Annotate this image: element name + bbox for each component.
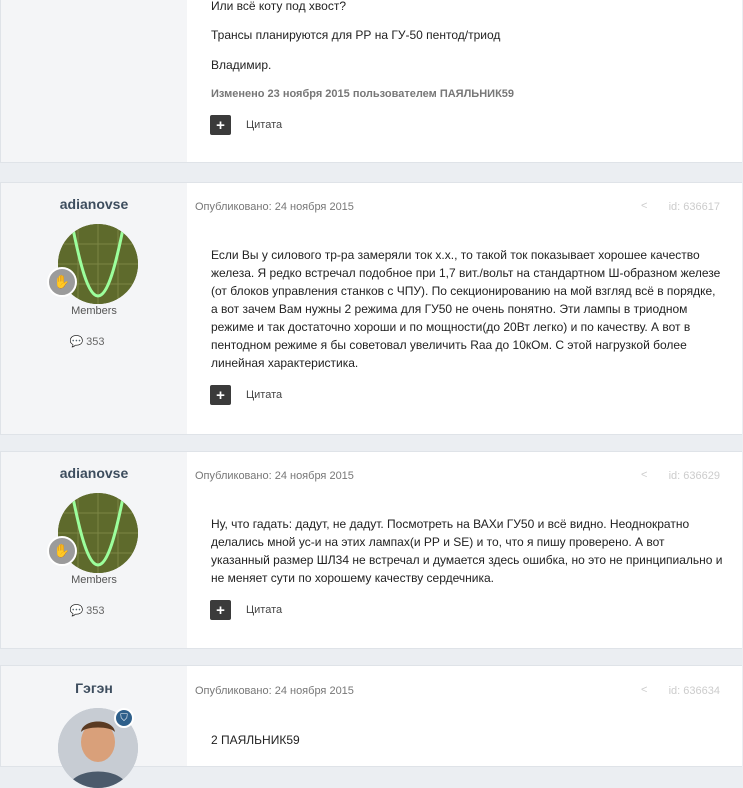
- author-panel: adianovse ✋ Members 💬 353: [1, 452, 187, 648]
- post-date[interactable]: Опубликовано: 24 ноября 2015: [195, 470, 354, 482]
- post-1: adianovse ✋ Members 💬 353 Опубликовано: 2…: [0, 182, 742, 435]
- post-body: Если Вы у силового тр-ра замеряли ток х.…: [211, 248, 721, 370]
- share-icon[interactable]: <: [641, 684, 647, 696]
- author-name[interactable]: adianovse: [1, 196, 187, 212]
- author-name[interactable]: Гэгэн: [1, 680, 187, 696]
- author-panel: Гэгэн ⛉: [1, 666, 187, 788]
- post-2: adianovse ✋ Members 💬 353 Опубликовано: 2…: [0, 451, 742, 649]
- plus-icon: +: [216, 601, 225, 619]
- post-line: Или всё коту под хвост?: [211, 0, 346, 13]
- member-group: Members: [71, 574, 117, 586]
- post-id[interactable]: id: 636629: [669, 470, 720, 482]
- comment-icon: 💬: [69, 605, 84, 617]
- rank-badge-icon: ✋: [47, 267, 77, 297]
- post-body: Ну, что гадать: дадут, не дадут. Посмотр…: [211, 517, 723, 585]
- post-line: Владимир.: [211, 58, 272, 72]
- plus-icon: +: [216, 116, 225, 134]
- post-id[interactable]: id: 636617: [669, 201, 720, 213]
- post-date[interactable]: Опубликовано: 24 ноября 2015: [195, 685, 354, 697]
- comment-icon: 💬: [69, 336, 84, 348]
- author-panel: adianovse ✋ Members 💬 353: [1, 183, 187, 434]
- quote-plus-button[interactable]: +: [210, 600, 231, 620]
- member-group: Members: [71, 305, 117, 317]
- post-0: Или всё коту под хвост? Трансы планируют…: [0, 0, 742, 163]
- post-count: 💬 353: [69, 605, 105, 617]
- post-3: Гэгэн ⛉ Опубликовано: 24 ноября 2015 < i…: [0, 665, 742, 788]
- quote-button[interactable]: Цитата: [246, 119, 282, 131]
- post-count: 💬 353: [69, 336, 105, 348]
- quote-plus-button[interactable]: +: [210, 115, 231, 135]
- rank-badge-icon: ✋: [47, 536, 77, 566]
- post-id[interactable]: id: 636634: [669, 685, 720, 697]
- quote-button[interactable]: Цитата: [246, 604, 282, 616]
- post-date[interactable]: Опубликовано: 24 ноября 2015: [195, 201, 354, 213]
- plus-icon: +: [216, 386, 225, 404]
- post-body: 2 ПАЯЛЬНИК59: [211, 733, 300, 747]
- edited-note: Изменено 23 ноября 2015 пользователем ПА…: [211, 88, 515, 100]
- post-line: Трансы планируются для РР на ГУ-50 пенто…: [211, 28, 501, 42]
- share-icon[interactable]: <: [641, 469, 647, 481]
- quote-plus-button[interactable]: +: [210, 385, 231, 405]
- quote-button[interactable]: Цитата: [246, 389, 282, 401]
- author-panel: [1, 0, 187, 162]
- share-icon[interactable]: <: [641, 200, 647, 212]
- author-name[interactable]: adianovse: [1, 465, 187, 481]
- moderator-badge-icon: ⛉: [114, 708, 134, 728]
